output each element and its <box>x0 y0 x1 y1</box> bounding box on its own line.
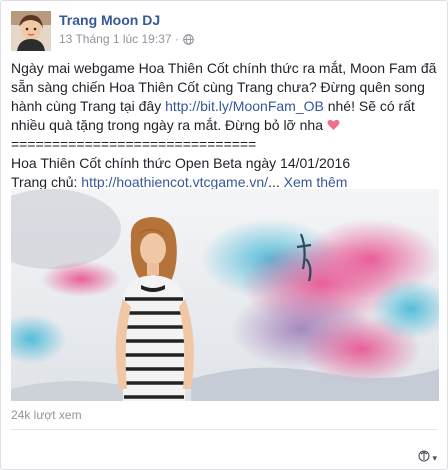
heart-icon <box>327 117 340 130</box>
bit-ly-link[interactable]: http://bit.ly/MoonFam_OB <box>165 98 324 114</box>
globe-icon[interactable] <box>183 33 194 45</box>
post-footer: 24k lượt xem ▾ <box>1 403 447 469</box>
open-beta-line: Hoa Thiên Cốt chính thức Open Beta ngày … <box>11 155 351 171</box>
post-timestamp[interactable]: 13 Tháng 1 lúc 19:37 · <box>59 32 179 46</box>
ellipsis: ... <box>268 174 280 190</box>
post-paragraph-1: Ngày mai webgame Hoa Thiên Cốt chính thứ… <box>11 59 441 135</box>
share-audience-icon <box>418 449 431 467</box>
homepage-label: Trang chủ: <box>11 174 82 190</box>
author-avatar[interactable] <box>11 11 51 51</box>
separator-line: ============================== <box>11 136 257 152</box>
view-count: 24k lượt xem <box>11 408 82 422</box>
facebook-post: Trang Moon DJ 13 Tháng 1 lúc 19:37 · Ngà… <box>0 0 448 470</box>
footer-divider <box>11 429 437 430</box>
chevron-down-icon: ▾ <box>432 452 437 463</box>
author-name[interactable]: Trang Moon DJ <box>59 12 160 28</box>
post-body: Ngày mai webgame Hoa Thiên Cốt chính thứ… <box>11 59 441 192</box>
post-header: Trang Moon DJ 13 Tháng 1 lúc 19:37 · <box>11 11 431 53</box>
audience-selector[interactable]: ▾ <box>418 449 437 467</box>
video-thumbnail[interactable] <box>11 189 439 401</box>
post-meta: 13 Tháng 1 lúc 19:37 · <box>59 32 194 46</box>
homepage-link[interactable]: http://hoathiencot.vtcgame.vn/ <box>81 174 268 190</box>
see-more-link[interactable]: Xem thêm <box>284 174 348 190</box>
